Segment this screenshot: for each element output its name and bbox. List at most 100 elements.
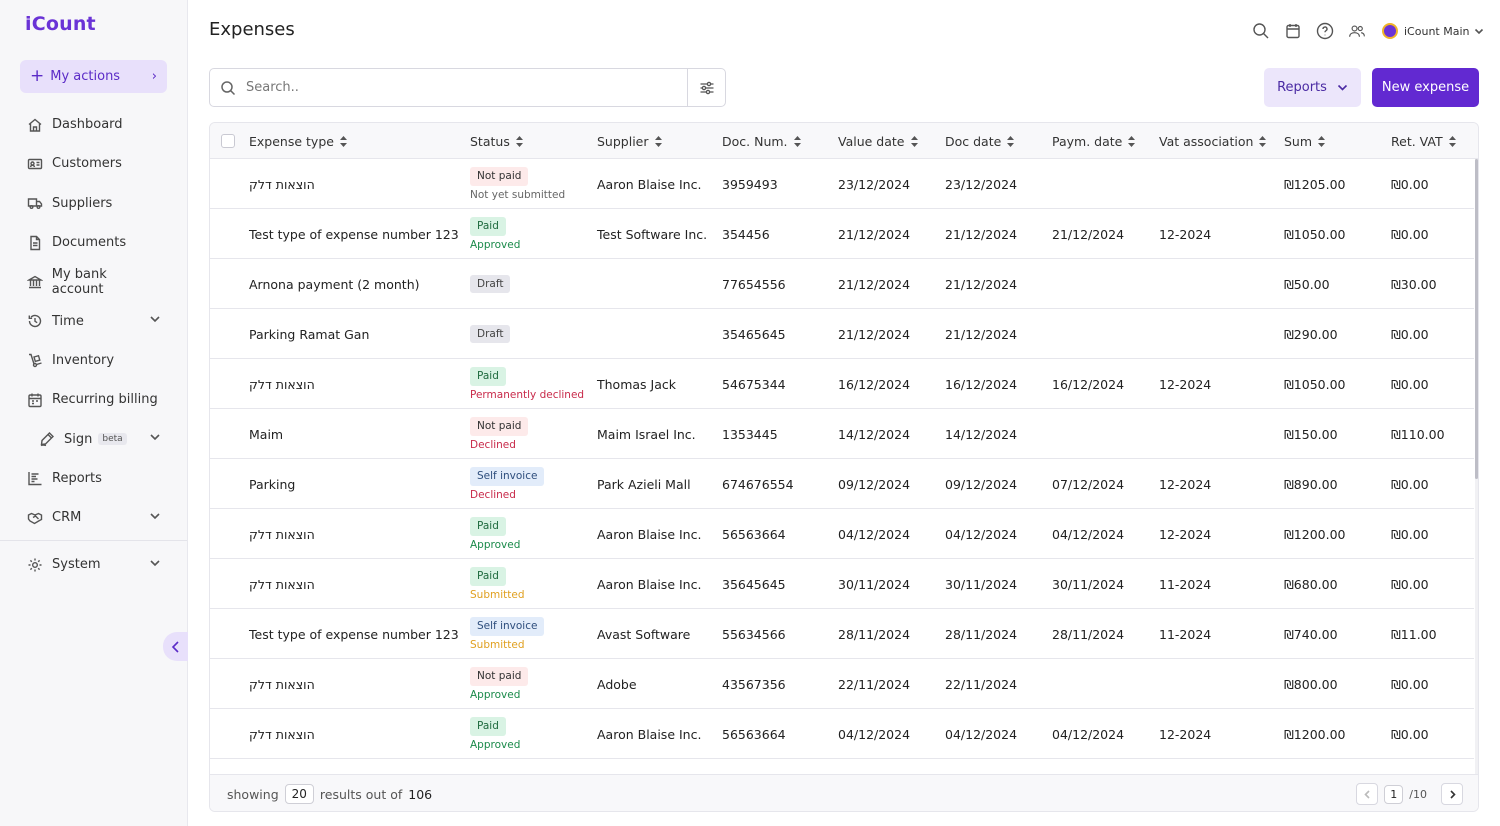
cell-sum: ₪1200.00: [1284, 726, 1346, 742]
sidebar-item-reports[interactable]: Reports: [0, 459, 187, 498]
search-icon[interactable]: [1250, 20, 1272, 42]
cell-ret: ₪0.00: [1391, 176, 1429, 192]
column-header-expense-type[interactable]: Expense type: [249, 123, 347, 159]
column-header-value-date[interactable]: Value date: [838, 123, 918, 159]
column-header-status[interactable]: Status: [470, 123, 523, 159]
cell-value-date: 21/12/2024: [838, 276, 911, 292]
sidebar-item-customers[interactable]: Customers: [0, 144, 187, 183]
cell-vat: 11-2024: [1159, 626, 1212, 642]
sidebar-item-sign[interactable]: Sign beta: [0, 419, 187, 458]
status-cell: Not paid Declined: [470, 409, 529, 459]
cell-supplier: Thomas Jack: [597, 376, 676, 392]
cell-doc-date: 28/11/2024: [945, 626, 1018, 642]
status-badge: Paid: [470, 517, 506, 536]
table-row[interactable]: הוצאות דלק Not paid Approved Adobe 43567356 2…: [210, 659, 1474, 709]
cell-supplier: Aaron Blaise Inc.: [597, 526, 702, 542]
column-header-label: Status: [470, 133, 510, 149]
select-all-checkbox[interactable]: [221, 134, 235, 148]
search-input[interactable]: [246, 80, 687, 95]
users-icon[interactable]: [1346, 20, 1368, 42]
cell-type: Test type of expense number 123: [249, 226, 459, 242]
page-size-select[interactable]: 20: [284, 784, 314, 804]
cell-doc: 77654556: [722, 276, 786, 292]
next-page-button[interactable]: [1441, 783, 1463, 805]
table-row[interactable]: הוצאות דלק Paid Submitted Aaron Blaise Inc.…: [210, 559, 1474, 609]
filter-button[interactable]: [687, 69, 725, 106]
new-expense-button[interactable]: New expense: [1372, 68, 1479, 107]
column-header-label: Doc date: [945, 133, 1002, 149]
history-icon: [26, 312, 44, 330]
pen-icon: [38, 430, 56, 448]
cell-sum: ₪290.00: [1284, 326, 1338, 342]
calendar-icon[interactable]: [1282, 20, 1304, 42]
table-row[interactable]: הוצאות דלק Paid Approved Aaron Blaise Inc. 5…: [210, 509, 1474, 559]
table-row[interactable]: Test type of expense number 123 Self invo…: [210, 609, 1474, 659]
sidebar-item-system[interactable]: System: [0, 545, 187, 584]
table-row[interactable]: Parking Ramat Gan Draft 35465645 21/12/2024…: [210, 309, 1474, 359]
bank-icon: [26, 273, 44, 291]
table-row[interactable]: Maim Not paid Declined Maim Israel Inc. 1353…: [210, 409, 1474, 459]
app-logo[interactable]: iCount: [25, 13, 96, 35]
sidebar-item-recurring-billing[interactable]: Recurring billing: [0, 380, 187, 419]
sidebar-item-time[interactable]: Time: [0, 301, 187, 340]
scrollbar-thumb[interactable]: [1475, 159, 1478, 479]
cell-sum: ₪50.00: [1284, 276, 1330, 292]
cell-sum: ₪1205.00: [1284, 176, 1346, 192]
table-row[interactable]: הוצאות דלק Not paid Not yet submitted Aaron…: [210, 159, 1474, 209]
sliders-icon: [700, 81, 713, 94]
my-actions-label: My actions: [50, 69, 121, 84]
current-page-input[interactable]: 1: [1384, 784, 1404, 804]
table-row[interactable]: Not paid: [210, 759, 1474, 774]
cell-ret: ₪0.00: [1391, 376, 1429, 392]
table-footer: showing 20 results out of 106 1 /10: [210, 774, 1478, 811]
sidebar-item-inventory[interactable]: Inventory: [0, 341, 187, 380]
column-header-ret-vat[interactable]: Ret. VAT: [1391, 123, 1456, 159]
cell-value-date: 04/12/2024: [838, 726, 911, 742]
expenses-table: Expense type Status Supplier Doc. Num. Value…: [209, 122, 1479, 812]
chevron-down-icon: [149, 313, 161, 329]
help-icon[interactable]: [1314, 20, 1336, 42]
table-row[interactable]: הוצאות דלק Paid Approved Aaron Blaise Inc. 5…: [210, 709, 1474, 759]
account-switcher[interactable]: iCount Main: [1382, 23, 1484, 39]
dolly-icon: [26, 351, 44, 369]
table-scrollbar[interactable]: [1475, 159, 1478, 774]
column-header-vat-association[interactable]: Vat association: [1159, 123, 1267, 159]
cell-sum: ₪1200.00: [1284, 526, 1346, 542]
id-card-icon: [26, 155, 44, 173]
sort-icon: [910, 135, 918, 147]
my-actions-button[interactable]: + My actions ›: [20, 60, 167, 93]
sidebar-item-suppliers[interactable]: Suppliers: [0, 184, 187, 223]
reports-dropdown-button[interactable]: Reports: [1264, 68, 1361, 107]
column-header-sum[interactable]: Sum: [1284, 123, 1326, 159]
column-header-paym-date[interactable]: Paym. date: [1052, 123, 1136, 159]
cell-supplier: Avast Software: [597, 626, 691, 642]
table-row[interactable]: Parking Self invoice Declined Park Azieli M…: [210, 459, 1474, 509]
cell-vat: 12-2024: [1159, 226, 1212, 242]
cell-sum: ₪740.00: [1284, 626, 1338, 642]
sort-icon: [515, 135, 523, 147]
status-badge: Not paid: [470, 417, 529, 436]
sidebar-item-my-bank-account[interactable]: My bank account: [0, 262, 187, 301]
cell-type: הוצאות דלק: [249, 576, 315, 592]
column-header-supplier[interactable]: Supplier: [597, 123, 662, 159]
collapse-sidebar-button[interactable]: [163, 632, 188, 661]
submission-status: Not yet submitted: [470, 188, 566, 201]
table-row[interactable]: הוצאות דלק Paid Permanently declined Thomas…: [210, 359, 1474, 409]
cell-doc: 3959493: [722, 176, 778, 192]
column-header-doc-num[interactable]: Doc. Num.: [722, 123, 801, 159]
table-row[interactable]: Test type of expense number 123 Paid Appro…: [210, 209, 1474, 259]
cell-sum: ₪1050.00: [1284, 376, 1346, 392]
column-header-doc-date[interactable]: Doc date: [945, 123, 1015, 159]
sidebar-item-crm[interactable]: CRM: [0, 498, 187, 537]
reports-label: Reports: [1277, 80, 1327, 95]
cell-doc-date: 21/12/2024: [945, 276, 1018, 292]
status-cell: Draft: [470, 309, 511, 359]
submission-status: Approved: [470, 238, 521, 251]
sidebar-item-dashboard[interactable]: Dashboard: [0, 105, 187, 144]
status-badge: Not paid: [470, 667, 529, 686]
table-row[interactable]: Arnona payment (2 month) Draft 77654556 21/…: [210, 259, 1474, 309]
sidebar-item-documents[interactable]: Documents: [0, 223, 187, 262]
submission-status: Approved: [470, 538, 521, 551]
prev-page-button[interactable]: [1356, 783, 1379, 805]
sort-icon: [1007, 135, 1015, 147]
